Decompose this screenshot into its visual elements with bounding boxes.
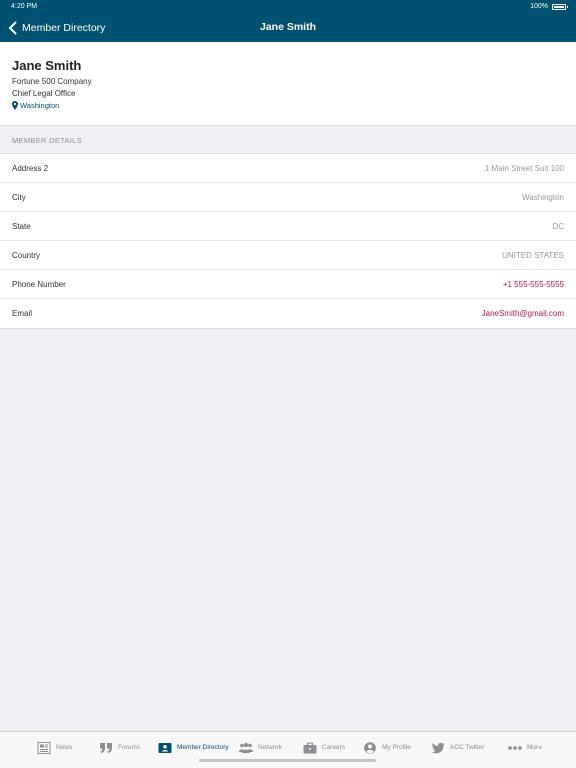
tab-news[interactable]: News <box>37 740 72 755</box>
tab-label: My Profile <box>382 744 411 751</box>
tab-label: Careers <box>322 744 346 751</box>
detail-label: Country <box>12 251 41 260</box>
member-name: Jane Smith <box>12 58 82 73</box>
member-company: Fortune 500 Company <box>12 77 92 86</box>
home-indicator[interactable] <box>199 759 376 762</box>
detail-row-phone: Phone Number +1 555-555-5555 <box>0 270 576 299</box>
detail-value: DC <box>552 222 564 231</box>
chevron-left-icon <box>9 21 17 35</box>
tab-label: Forums <box>118 744 141 751</box>
section-header-text: MEMBER DETAILS <box>12 136 82 145</box>
email-link[interactable]: JaneSmith@gmail.com <box>482 309 564 318</box>
detail-label: Email <box>12 309 33 318</box>
detail-value: Washington <box>522 193 564 202</box>
member-job-title: Chief Legal Office <box>12 89 76 98</box>
status-time: 4:20 PM <box>11 3 38 10</box>
quote-icon <box>100 742 112 753</box>
user-circle-icon <box>364 741 376 754</box>
navigation-bar: Member Directory Jane Smith <box>0 14 576 42</box>
tab-member-directory[interactable]: Member Directory <box>158 740 229 755</box>
tab-label: More <box>527 744 542 751</box>
back-button[interactable]: Member Directory <box>8 19 105 37</box>
detail-label: State <box>12 222 31 231</box>
battery-percent: 100% <box>530 3 548 10</box>
detail-value: UNITED STATES <box>502 251 564 260</box>
detail-row-city: City Washington <box>0 183 576 212</box>
back-button-label: Member Directory <box>22 22 106 34</box>
detail-label: Address 2 <box>12 164 49 173</box>
detail-label: City <box>12 193 26 202</box>
phone-link[interactable]: +1 555-555-5555 <box>503 280 564 289</box>
detail-row-country: Country UNITED STATES <box>0 241 576 270</box>
tab-label: Member Directory <box>177 744 229 751</box>
detail-row-address: Address 2 1 Main Street Suit 100 <box>0 154 576 183</box>
tab-label: Network <box>258 744 282 751</box>
battery-icon <box>552 4 568 10</box>
section-header: MEMBER DETAILS <box>0 126 576 154</box>
detail-row-state: State DC <box>0 212 576 241</box>
tab-label: News <box>56 744 73 751</box>
member-location[interactable]: Washington <box>12 101 59 110</box>
news-icon <box>37 741 51 754</box>
member-card-icon <box>158 742 172 753</box>
detail-row-email: Email JaneSmith@gmail.com <box>0 299 576 328</box>
tab-careers[interactable]: Careers <box>303 740 345 755</box>
tab-bar: News Forums Member Directory Network Car… <box>0 731 576 768</box>
tab-network[interactable]: Network <box>239 740 282 755</box>
status-bar: 4:20 PM 100% <box>0 0 576 14</box>
profile-header: Jane Smith Fortune 500 Company Chief Leg… <box>0 42 576 126</box>
map-pin-icon <box>12 101 18 110</box>
briefcase-icon <box>303 742 317 753</box>
tab-label: ACC Twitter <box>450 744 485 751</box>
member-details-list: Address 2 1 Main Street Suit 100 City Wa… <box>0 154 576 329</box>
member-location-text: Washington <box>20 101 60 110</box>
ellipsis-icon <box>508 745 522 750</box>
tab-forums[interactable]: Forums <box>99 740 140 755</box>
detail-value: 1 Main Street Suit 100 <box>484 164 564 173</box>
tab-acc-twitter[interactable]: ACC Twitter <box>431 740 485 755</box>
tab-my-profile[interactable]: My Profile <box>363 740 411 755</box>
group-icon <box>239 742 253 753</box>
detail-label: Phone Number <box>12 280 66 289</box>
twitter-bird-icon <box>431 742 445 753</box>
tab-more[interactable]: More <box>508 740 542 755</box>
